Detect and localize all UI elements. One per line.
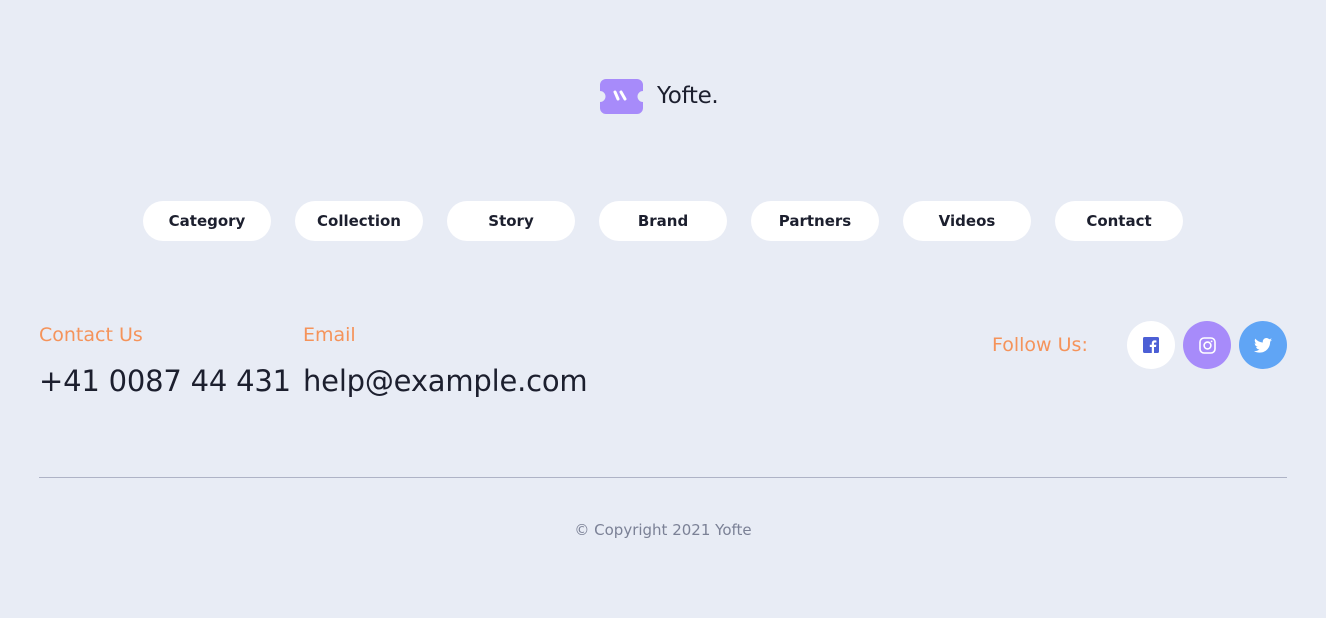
footer-divider (39, 477, 1287, 478)
instagram-icon (1198, 336, 1216, 354)
nav-item-videos[interactable]: Videos (903, 201, 1031, 241)
social-links (1127, 321, 1287, 369)
facebook-icon (1143, 337, 1159, 353)
contact-phone-block: Contact Us +41 0087 44 431 (39, 324, 291, 398)
phone-number[interactable]: +41 0087 44 431 (39, 364, 291, 398)
instagram-button[interactable] (1183, 321, 1231, 369)
nav-item-story[interactable]: Story (447, 201, 575, 241)
nav-item-collection[interactable]: Collection (295, 201, 423, 241)
copyright-text: © Copyright 2021 Yofte (574, 521, 752, 539)
email-address[interactable]: help@example.com (303, 364, 588, 398)
nav-item-brand[interactable]: Brand (599, 201, 727, 241)
facebook-button[interactable] (1127, 321, 1175, 369)
nav-item-partners[interactable]: Partners (751, 201, 879, 241)
nav-item-category[interactable]: Category (143, 201, 271, 241)
follow-us-label: Follow Us: (992, 334, 1088, 356)
email-label: Email (303, 324, 356, 346)
site-logo[interactable]: Yofte. (600, 78, 719, 114)
nav-item-contact[interactable]: Contact (1055, 201, 1183, 241)
contact-us-label: Contact Us (39, 324, 143, 346)
contact-email-block: Email help@example.com (303, 324, 588, 398)
twitter-button[interactable] (1239, 321, 1287, 369)
twitter-icon (1254, 337, 1272, 353)
yofte-logo-icon (600, 78, 643, 114)
footer-nav: Category Collection Story Brand Partners… (143, 201, 1183, 241)
brand-name: Yofte. (657, 83, 719, 109)
